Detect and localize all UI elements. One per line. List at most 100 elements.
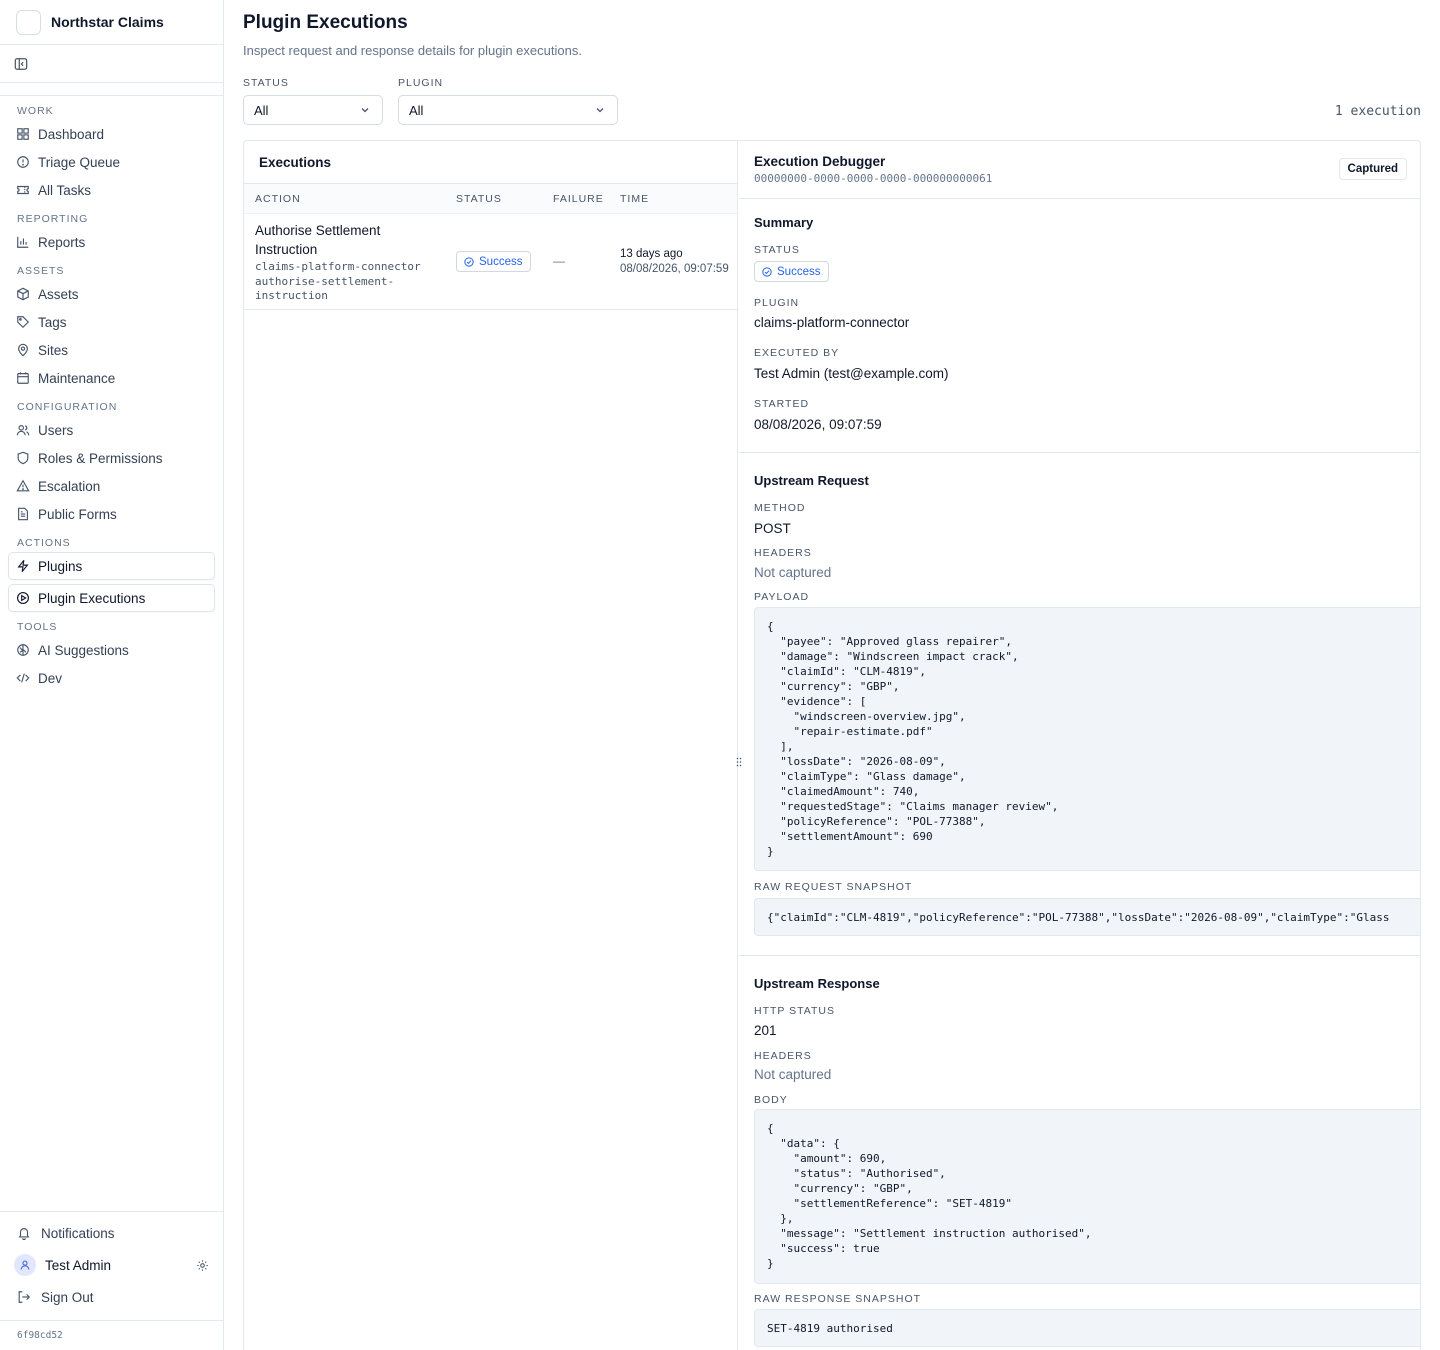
ticket-icon bbox=[17, 185, 29, 195]
execution-time: 13 days ago 08/08/2026, 09:07:59 bbox=[620, 247, 730, 277]
sidebar-item-reports[interactable]: Reports bbox=[8, 228, 215, 256]
sidebar-item-escalation[interactable]: Escalation bbox=[8, 472, 215, 500]
response-body-label: BODY bbox=[754, 1094, 788, 1106]
column-header-time[interactable]: TIME bbox=[620, 193, 649, 205]
execution-time-relative: 13 days ago bbox=[620, 248, 683, 260]
chevron-down-icon bbox=[361, 108, 369, 113]
user-icon bbox=[20, 1260, 30, 1270]
status-filter-value: All bbox=[254, 102, 269, 118]
table-row[interactable]: Authorise Settlement Instruction claims-… bbox=[244, 214, 737, 309]
sidebar-item-public-forms[interactable]: Public Forms bbox=[8, 500, 215, 528]
summary-executed-by-value: Test Admin (test@example.com) bbox=[754, 366, 949, 381]
nav-section-configuration: CONFIGURATION bbox=[17, 401, 118, 413]
notifications-link[interactable]: Notifications bbox=[0, 1218, 223, 1248]
nav-section-actions: ACTIONS bbox=[17, 537, 71, 549]
sidebar-item-label: Plugins bbox=[38, 558, 83, 574]
request-headers-value: Not captured bbox=[754, 565, 832, 580]
summary-status-value: Success bbox=[777, 265, 821, 278]
sidebar-item-label: AI Suggestions bbox=[38, 642, 129, 658]
column-header-failure[interactable]: FAILURE bbox=[553, 193, 604, 205]
package-icon bbox=[17, 287, 29, 301]
bar-chart-icon bbox=[17, 236, 29, 248]
sidebar-item-roles-permissions[interactable]: Roles & Permissions bbox=[8, 444, 215, 472]
sidebar-item-label: Users bbox=[38, 422, 74, 438]
nav-section-work: WORK bbox=[17, 105, 54, 117]
sidebar-item-assets[interactable]: Assets bbox=[8, 280, 215, 308]
map-pin-icon bbox=[18, 343, 28, 357]
summary-started-value: 08/08/2026, 09:07:59 bbox=[754, 417, 882, 432]
column-header-status[interactable]: STATUS bbox=[456, 193, 502, 205]
raw-response-snapshot[interactable]: SET-4819 authorised bbox=[754, 1309, 1420, 1347]
execution-action-title: Authorise Settlement Instruction bbox=[255, 223, 381, 257]
sidebar-item-label: Sites bbox=[38, 342, 69, 358]
execution-debugger-pane: Execution Debugger 00000000-0000-0000-00… bbox=[739, 141, 1420, 1350]
plugin-filter-value: All bbox=[409, 102, 424, 118]
app-version: 6f98cd52 bbox=[0, 1320, 223, 1350]
sidebar-item-label: Reports bbox=[38, 234, 86, 250]
section-divider bbox=[739, 955, 1420, 956]
sidebar-item-label: Tags bbox=[38, 314, 67, 330]
sidebar-item-all-tasks[interactable]: All Tasks bbox=[8, 176, 215, 204]
sidebar-item-ai-suggestions[interactable]: AI Suggestions bbox=[8, 636, 215, 664]
sidebar-toggle[interactable] bbox=[0, 45, 223, 83]
sidebar-item-label: Public Forms bbox=[38, 506, 117, 522]
sidebar-item-sites[interactable]: Sites bbox=[8, 336, 215, 364]
sidebar-item-triage-queue[interactable]: Triage Queue bbox=[8, 148, 215, 176]
tag-icon bbox=[17, 316, 30, 329]
sidebar-item-maintenance[interactable]: Maintenance bbox=[8, 364, 215, 392]
log-out-icon bbox=[18, 1291, 31, 1303]
response-body-code[interactable]: { "data": { "amount": 690, "status": "Au… bbox=[754, 1109, 1420, 1284]
debugger-title: Execution Debugger bbox=[754, 154, 886, 169]
sidebar-item-dashboard[interactable]: Dashboard bbox=[8, 120, 215, 148]
upstream-response-title: Upstream Response bbox=[754, 976, 880, 991]
debugger-header: Execution Debugger 00000000-0000-0000-00… bbox=[739, 141, 1420, 199]
sidebar-item-users[interactable]: Users bbox=[8, 416, 215, 444]
summary-started-label: STARTED bbox=[754, 398, 810, 410]
summary-status-label: STATUS bbox=[754, 244, 800, 256]
response-headers-value: Not captured bbox=[754, 1067, 832, 1082]
sidebar-item-plugin-executions[interactable]: Plugin Executions bbox=[8, 584, 215, 612]
sidebar-item-label: Plugin Executions bbox=[38, 590, 146, 606]
status-badge-label: Success bbox=[479, 255, 523, 268]
nav-section-tools: TOOLS bbox=[17, 621, 58, 633]
request-method-value: POST bbox=[754, 521, 791, 536]
brain-icon bbox=[17, 644, 29, 656]
user-name: Test Admin bbox=[45, 1257, 112, 1273]
response-headers-label: HEADERS bbox=[754, 1050, 812, 1062]
sidebar-item-label: Maintenance bbox=[38, 370, 116, 386]
sidebar-item-tags[interactable]: Tags bbox=[8, 308, 215, 336]
summary-plugin-value: claims-platform-connector bbox=[754, 315, 910, 330]
upstream-request-title: Upstream Request bbox=[754, 473, 869, 488]
sidebar-item-label: Dev bbox=[38, 670, 63, 686]
executions-list-pane: Executions ACTION STATUS FAILURE TIME Au… bbox=[244, 141, 738, 1350]
nav-section-assets: ASSETS bbox=[17, 265, 65, 277]
sidebar: Northstar Claims WORK Dashboard Triage Q… bbox=[0, 0, 224, 1350]
avatar bbox=[14, 1254, 36, 1276]
summary-title: Summary bbox=[754, 215, 814, 230]
execution-action-meta: claims-platform-connector authorise-sett… bbox=[255, 260, 435, 304]
brand-logo-icon bbox=[16, 9, 41, 35]
request-payload-label: PAYLOAD bbox=[754, 591, 810, 603]
bell-icon bbox=[18, 1228, 30, 1240]
column-header-action[interactable]: ACTION bbox=[255, 193, 301, 205]
executions-title: Executions bbox=[244, 141, 737, 184]
response-status-value: 201 bbox=[754, 1023, 777, 1038]
user-menu[interactable]: Test Admin bbox=[0, 1248, 223, 1282]
raw-request-snapshot[interactable]: {"claimId":"CLM-4819","policyReference":… bbox=[754, 898, 1420, 936]
brand[interactable]: Northstar Claims bbox=[0, 0, 223, 45]
sidebar-item-dev[interactable]: Dev bbox=[8, 664, 215, 692]
chevron-down-icon bbox=[596, 108, 604, 113]
play-circle-icon bbox=[17, 592, 29, 604]
status-filter-select[interactable]: All bbox=[243, 95, 383, 125]
gear-icon[interactable] bbox=[196, 1259, 209, 1272]
sidebar-item-label: Triage Queue bbox=[38, 154, 121, 170]
users-icon bbox=[16, 425, 30, 436]
plugin-filter-select[interactable]: All bbox=[398, 95, 618, 125]
page-title: Plugin Executions bbox=[243, 12, 408, 33]
alert-circle-icon bbox=[17, 156, 29, 168]
sidebar-item-plugins[interactable]: Plugins bbox=[8, 552, 215, 580]
sign-out-link[interactable]: Sign Out bbox=[0, 1282, 223, 1312]
sidebar-toggle-icon bbox=[14, 57, 28, 70]
execution-failure: — bbox=[553, 254, 565, 268]
request-payload-code[interactable]: { "payee": "Approved glass repairer", "d… bbox=[754, 607, 1420, 871]
